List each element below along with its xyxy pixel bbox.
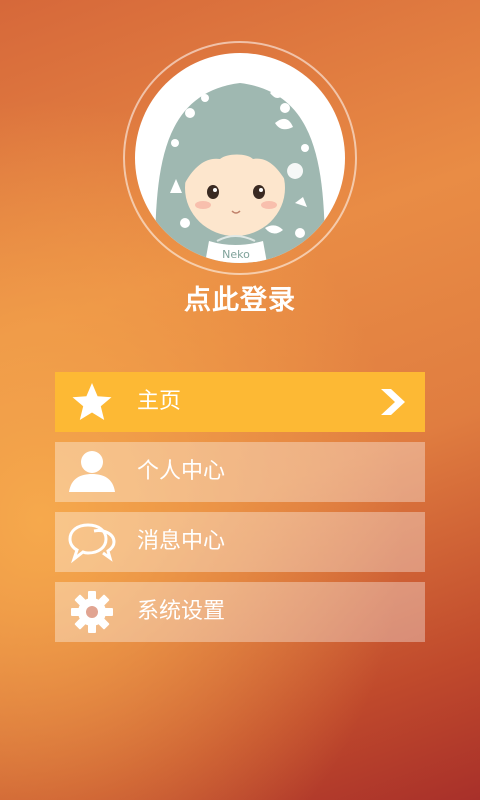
menu-item-home[interactable]: 主页 bbox=[55, 372, 425, 432]
menu-item-label: 消息中心 bbox=[137, 529, 226, 554]
avatar-ring[interactable]: Neko bbox=[123, 41, 357, 275]
avatar[interactable]: Neko bbox=[135, 53, 345, 263]
chevron-right-icon bbox=[377, 387, 407, 417]
chat-icon bbox=[67, 518, 117, 566]
menu-item-profile[interactable]: 个人中心 bbox=[55, 442, 425, 502]
user-icon bbox=[67, 448, 117, 496]
menu-item-label: 主页 bbox=[137, 389, 182, 414]
menu-item-label: 系统设置 bbox=[137, 599, 226, 624]
gear-icon bbox=[67, 588, 117, 636]
menu-item-messages[interactable]: 消息中心 bbox=[55, 512, 425, 572]
avatar-illustration: Neko bbox=[155, 67, 325, 263]
avatar-badge-text: Neko bbox=[222, 248, 250, 261]
login-label[interactable]: 点此登录 bbox=[0, 278, 480, 317]
menu-item-settings[interactable]: 系统设置 bbox=[55, 582, 425, 642]
side-menu: 主页 个人中心 消息中心 系统设置 bbox=[55, 372, 425, 652]
star-icon bbox=[67, 378, 117, 426]
menu-item-label: 个人中心 bbox=[137, 459, 226, 484]
